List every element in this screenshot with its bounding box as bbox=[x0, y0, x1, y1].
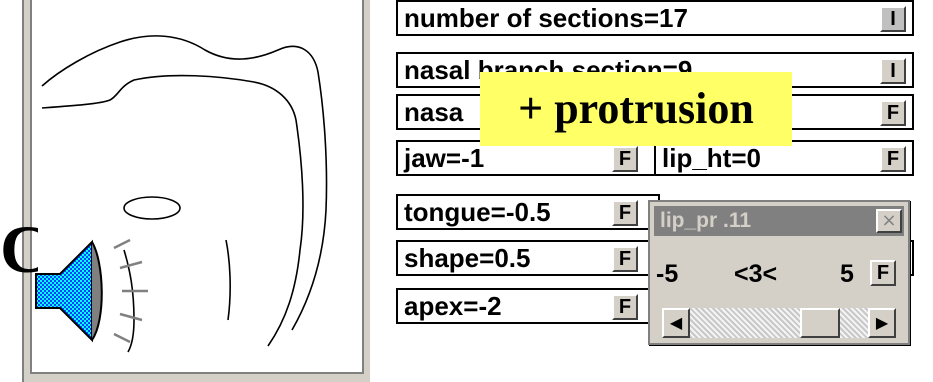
row-shape: shape=0.5 F bbox=[396, 240, 660, 276]
float-button[interactable]: F bbox=[612, 246, 638, 272]
row-label: lip_ht=0 bbox=[662, 143, 761, 173]
float-button[interactable]: F bbox=[880, 146, 906, 172]
tongue-outline bbox=[123, 196, 181, 220]
float-button[interactable]: F bbox=[612, 294, 638, 320]
scroll-left-arrow-icon[interactable]: ◀ bbox=[662, 308, 690, 338]
lip-pr-dialog: lip_pr .11 × -5 <3< 5 F ◀ ▶ bbox=[648, 200, 910, 345]
integer-button[interactable]: I bbox=[880, 6, 906, 32]
float-button[interactable]: F bbox=[870, 260, 896, 286]
float-button[interactable]: F bbox=[612, 146, 638, 172]
float-button[interactable]: F bbox=[612, 200, 638, 226]
speaker-icon[interactable] bbox=[30, 232, 160, 350]
row-number-of-sections: number of sections=17 I bbox=[396, 0, 914, 36]
lip-pr-slider[interactable]: ◀ ▶ bbox=[662, 308, 896, 338]
pharynx-right bbox=[225, 239, 231, 321]
float-button[interactable]: F bbox=[880, 100, 906, 126]
slider-max-label: 5 bbox=[840, 260, 854, 288]
row-label: apex=-2 bbox=[404, 291, 502, 321]
row-label: nasa bbox=[404, 97, 464, 127]
row-label: jaw=-1 bbox=[404, 143, 485, 173]
integer-button[interactable]: I bbox=[880, 58, 906, 84]
slider-current-value: <3< bbox=[734, 260, 778, 288]
scroll-right-arrow-icon[interactable]: ▶ bbox=[868, 308, 896, 338]
protrusion-callout: + protrusion bbox=[480, 72, 792, 146]
row-label: shape=0.5 bbox=[404, 243, 531, 273]
slider-thumb[interactable] bbox=[800, 308, 841, 338]
dialog-title-bar[interactable]: lip_pr .11 × bbox=[654, 206, 904, 236]
slider-min-label: -5 bbox=[656, 260, 679, 288]
dialog-title: lip_pr .11 bbox=[660, 209, 752, 232]
close-button[interactable]: × bbox=[876, 209, 902, 233]
row-label: number of sections=17 bbox=[404, 3, 688, 33]
row-tongue: tongue=-0.5 F bbox=[396, 194, 660, 230]
row-apex: apex=-2 F bbox=[396, 288, 660, 324]
row-label: tongue=-0.5 bbox=[404, 197, 551, 227]
